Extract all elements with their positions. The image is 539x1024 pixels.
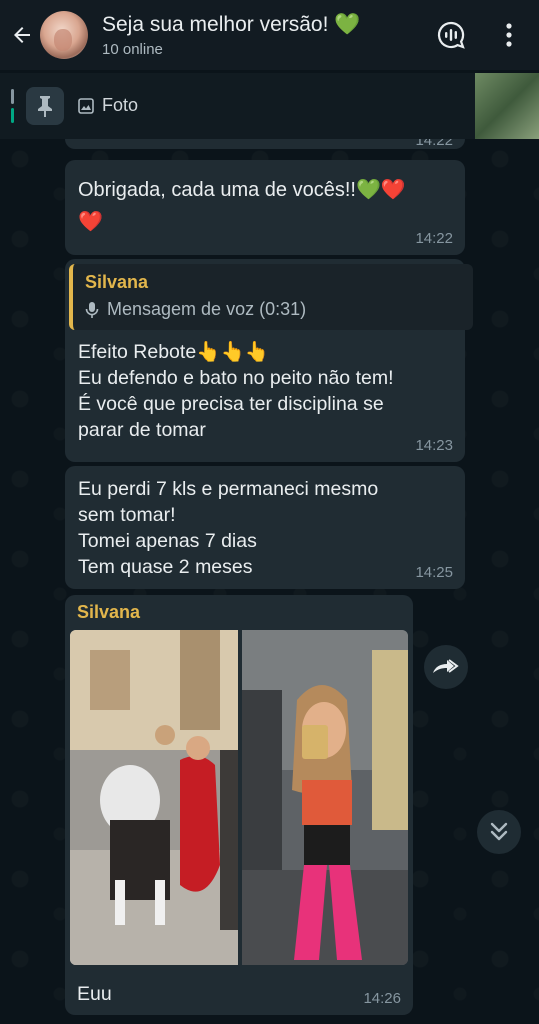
forward-icon[interactable] [424,645,468,689]
chat-title: Seja sua melhor versão! 💚 [102,12,361,36]
voice-chat-icon[interactable] [435,19,467,51]
message-time: 14:26 [363,990,401,1007]
photo-message-bubble[interactable]: Silvana Euu 14:26 [65,595,413,1015]
mic-icon [85,301,99,318]
message-bubble[interactable]: Obrigada, cada uma de vocês!!💚❤️ ❤️ 14:2… [65,160,465,255]
pinned-message-bar[interactable]: Foto [0,73,539,139]
chat-title-block[interactable]: Seja sua melhor versão! 💚 10 online [102,13,435,58]
message-bubble-partial[interactable]: 14:22 [65,139,465,149]
photo-right[interactable] [242,630,408,965]
image-icon [78,97,94,114]
more-vert-icon[interactable] [493,19,525,51]
photo-left[interactable] [70,630,238,965]
quoted-sender: Silvana [85,272,149,292]
online-count: 10 online [102,40,163,58]
message-time: 14:22 [415,230,453,247]
quoted-text: Mensagem de voz (0:31) [107,299,307,319]
chat-area[interactable]: 14:22 Obrigada, cada uma de vocês!!💚❤️ ❤… [0,139,539,1024]
pin-icon[interactable] [26,87,64,125]
quoted-voice-note: Mensagem de voz (0:31) [85,299,461,320]
photo-caption: Euu [77,983,112,1005]
message-time: 14:25 [415,564,453,581]
message-text: Obrigada, cada uma de vocês!!💚❤️ ❤️ [78,179,406,233]
back-arrow-icon[interactable] [10,23,34,47]
message-bubble[interactable]: Eu perdi 7 kls e permaneci mesmo sem tom… [65,466,465,589]
pinned-thumbnail[interactable] [475,73,539,139]
pinned-preview: Foto [78,95,138,116]
chat-header: Seja sua melhor versão! 💚 10 online [0,0,539,70]
sender-name: Silvana [77,602,141,622]
quoted-message[interactable]: Silvana Mensagem de voz (0:31) [69,264,473,330]
message-time: 14:23 [415,437,453,454]
pin-indicator [11,89,14,123]
pinned-label: Foto [102,95,139,115]
message-bubble[interactable]: Silvana Mensagem de voz (0:31) Efeito Re… [65,259,473,462]
message-text: Efeito Rebote👆👆👆 Eu defendo e bato no pe… [78,341,394,441]
photo-right-image [242,630,408,965]
chevron-double-down-icon[interactable] [477,810,521,854]
group-avatar[interactable] [40,11,88,59]
message-text: Eu perdi 7 kls e permaneci mesmo sem tom… [78,478,379,578]
photo-left-image [70,630,238,965]
message-time: 14:22 [415,139,453,149]
